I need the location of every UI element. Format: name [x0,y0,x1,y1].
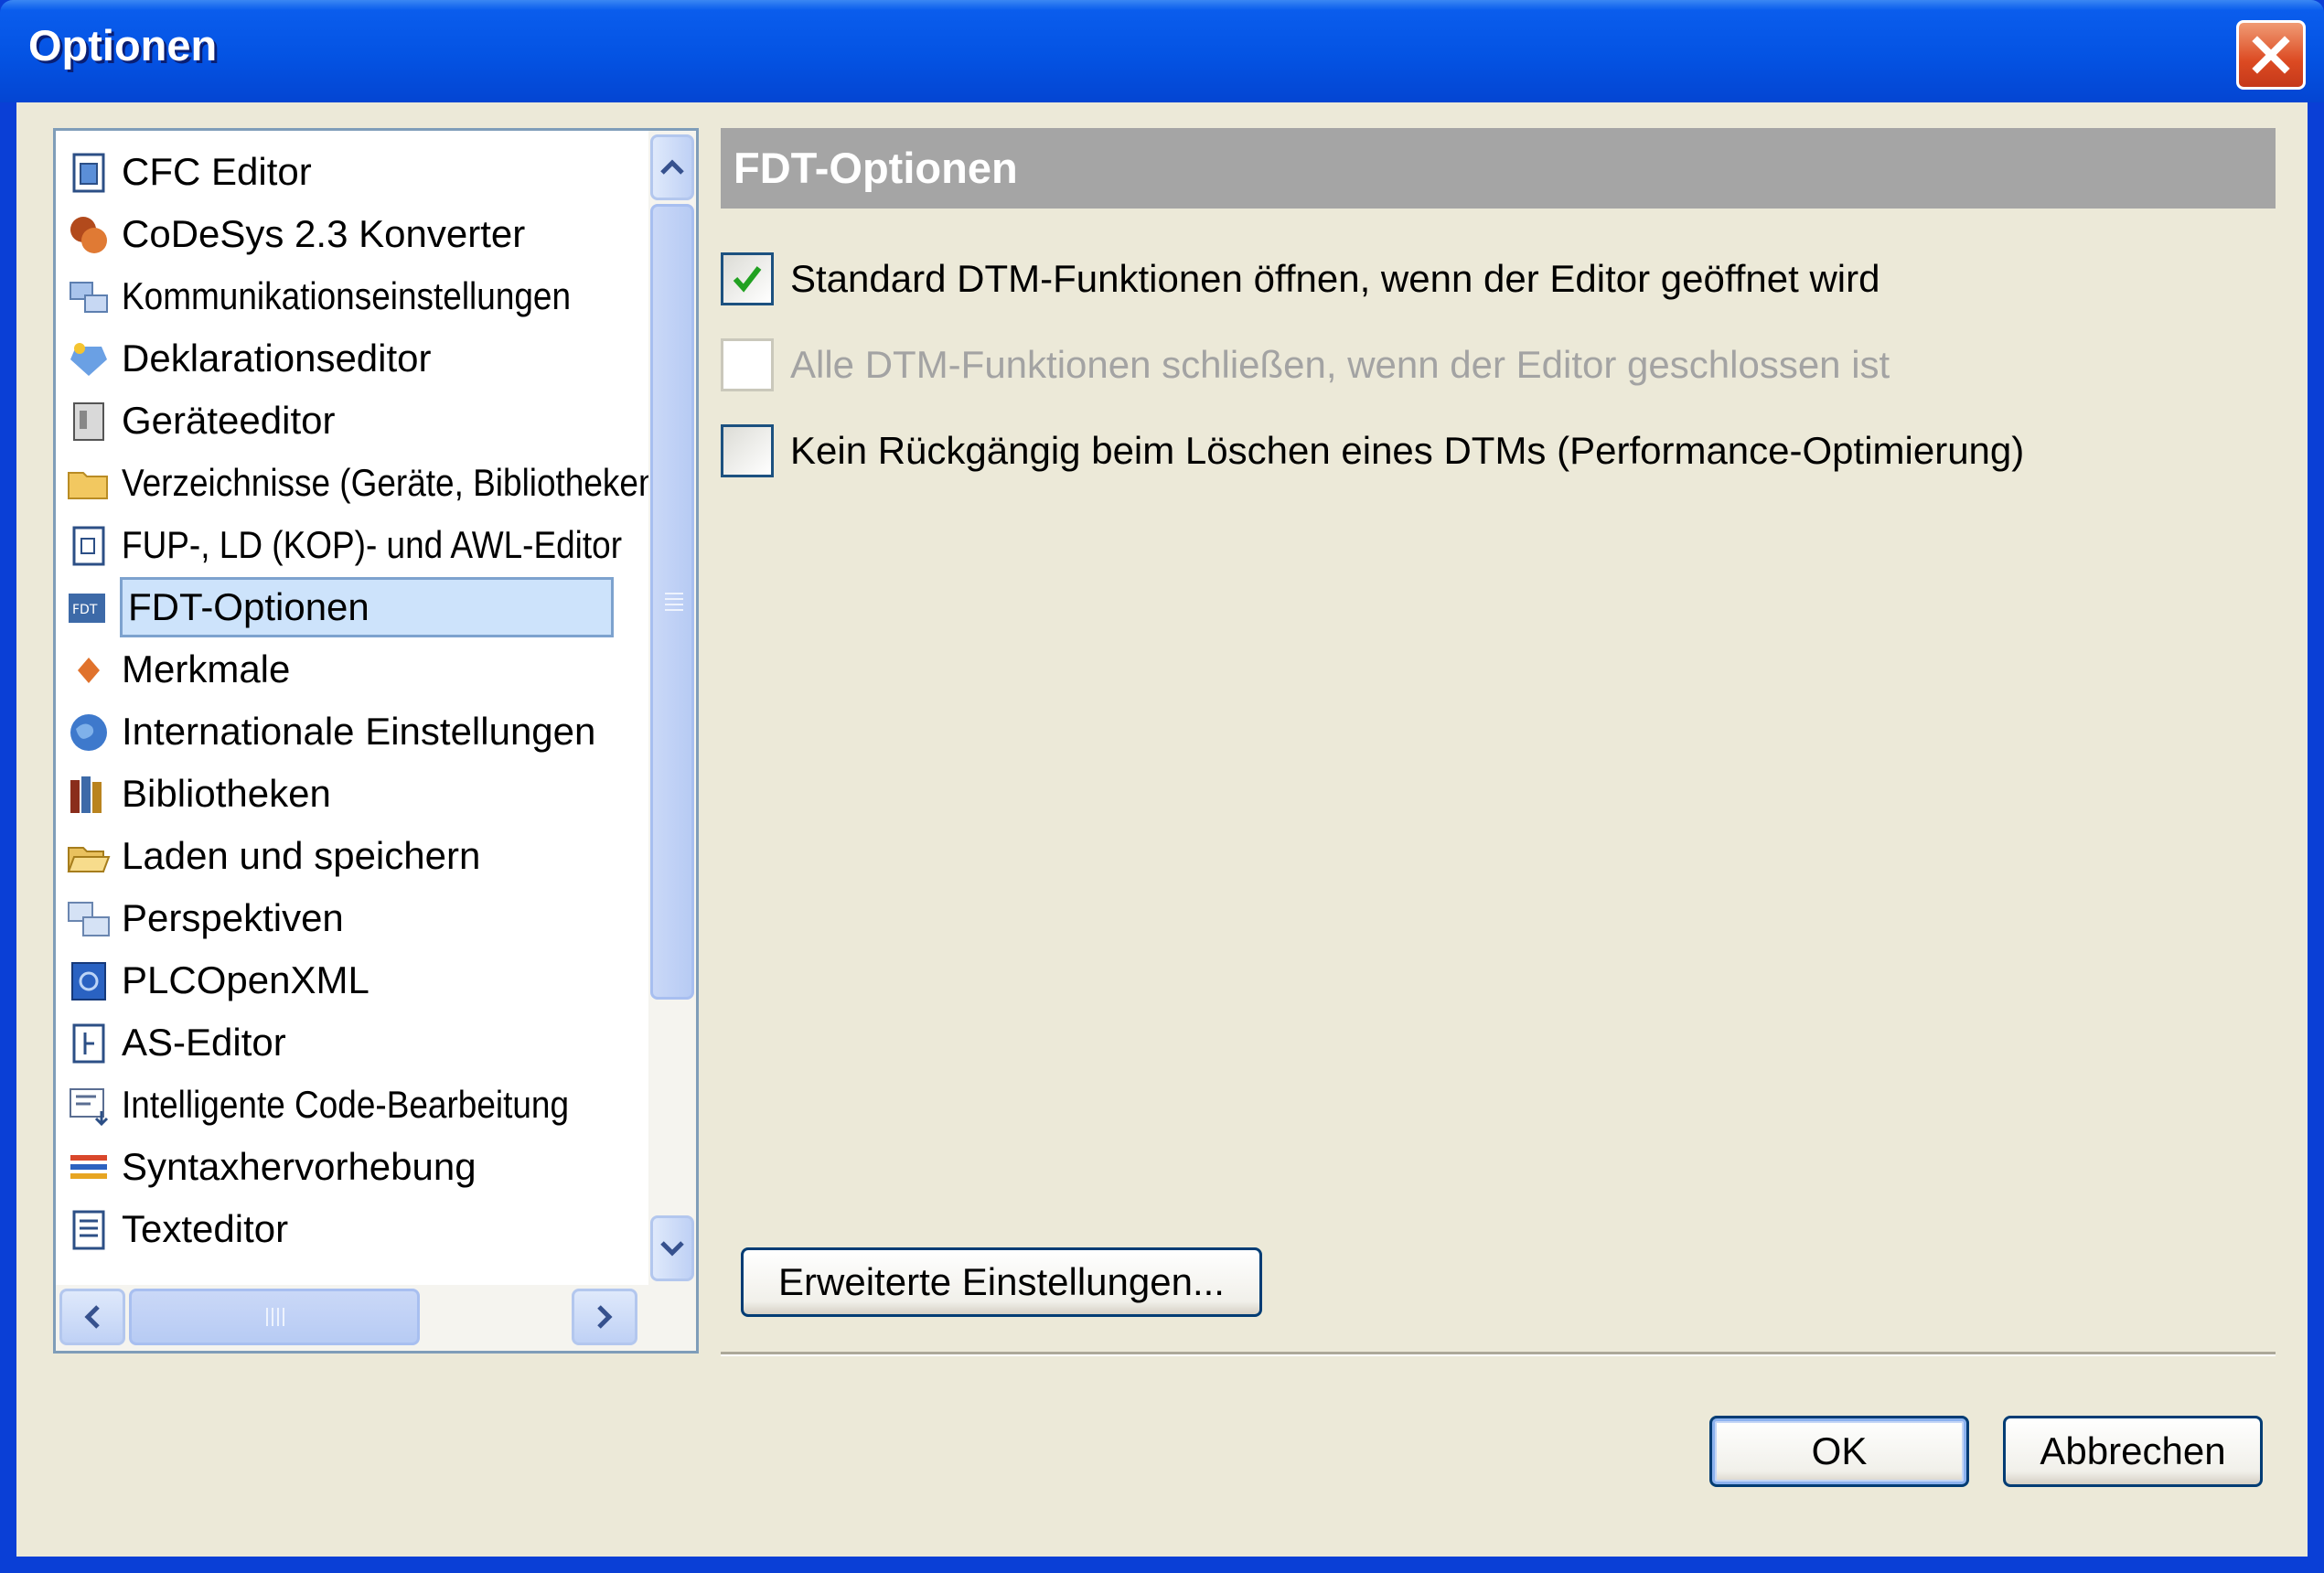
scroll-right-button[interactable] [572,1289,637,1345]
option-label: Standard DTM-Funktionen öffnen, wenn der… [790,257,1880,300]
plcopenxml-icon [71,962,106,1001]
sidebar-item-features[interactable]: Merkmale [67,639,670,700]
ok-button[interactable]: OK [1709,1416,1969,1487]
chevron-left-icon [84,1305,100,1329]
horizontal-scrollbar[interactable] [56,1285,696,1351]
sidebar-item-label: CFC Editor [122,150,312,193]
sidebar-item-smart-coding[interactable]: Intelligente Code-Bearbeitung [67,1075,670,1135]
sidebar-item-directories[interactable]: Verzeichnisse (Geräte, Bibliotheken [67,453,670,513]
sidebar-item-label: Merkmale [122,647,291,690]
sidebar-item-label: FDT-Optionen [120,577,614,637]
scroll-down-button[interactable] [650,1215,694,1281]
sidebar-item-label: PLCOpenXML [122,958,369,1001]
window-title: Optionen [28,21,218,70]
sidebar-item-fbd-ld-il-editor[interactable]: FUP-, LD (KOP)- und AWL-Editor [67,515,670,575]
sidebar-item-label: CoDeSys 2.3 Konverter [122,212,526,255]
advanced-settings-button[interactable]: Erweiterte Einstellungen... [741,1247,1262,1317]
converter-icon [70,217,107,253]
checkbox-open-standard-dtm-functions[interactable] [721,252,774,305]
sidebar-item-label: Bibliotheken [122,772,331,815]
sidebar-item-codesys-converter[interactable]: CoDeSys 2.3 Konverter [67,204,670,264]
scroll-up-button[interactable] [650,134,694,200]
sidebar-item-label: Verzeichnisse (Geräte, Bibliotheken [122,461,658,504]
sidebar-item-text-editor[interactable]: Texteditor [67,1199,670,1259]
horizontal-scroll-thumb[interactable] [129,1289,420,1345]
options-dialog: Optionen CFC Editor CoDeSys 2.3 Konverte… [0,0,2324,1573]
chevron-down-icon [660,1241,684,1257]
sidebar-item-syntax-highlighting[interactable]: Syntaxhervorhebung [67,1137,670,1197]
sidebar-item-cfc-editor[interactable]: CFC Editor [67,142,670,202]
sidebar-item-label: Geräteeditor [122,399,336,442]
checkbox-close-all-dtm-functions [721,338,774,391]
vertical-scrollbar[interactable] [648,131,696,1285]
globe-icon [70,714,107,751]
close-icon [2252,36,2290,74]
folder-icon [68,472,108,499]
grip-icon [665,593,683,611]
sidebar-item-fdt-options[interactable]: FDT FDT-Optionen [67,577,670,637]
chevron-up-icon [660,159,684,175]
option-label: Kein Rückgängig beim Löschen eines DTMs … [790,429,2025,472]
chevron-right-icon [597,1305,613,1329]
title-bar[interactable]: Optionen [0,0,2324,102]
sidebar-item-plcopenxml[interactable]: PLCOpenXML [67,950,670,1011]
close-button[interactable] [2236,20,2306,90]
checkbox-no-undo-on-delete[interactable] [721,424,774,477]
svg-text:FDT: FDT [72,603,98,617]
separator [721,1352,2276,1356]
smart-coding-icon [70,1088,109,1127]
dialog-body: CFC Editor CoDeSys 2.3 Konverter Kommuni… [16,102,2308,1557]
declaration-editor-icon [70,343,107,376]
sidebar-item-libraries[interactable]: Bibliotheken [67,764,670,824]
cancel-button[interactable]: Abbrechen [2003,1416,2263,1487]
cfc-editor-icon [72,153,105,193]
sidebar-item-label: FUP-, LD (KOP)- und AWL-Editor [122,523,623,566]
fdt-icon: FDT [69,594,105,623]
sidebar-item-perspectives[interactable]: Perspektiven [67,888,670,948]
features-icon [78,658,100,683]
sfc-editor-icon [72,1023,105,1064]
perspectives-icon [68,902,110,936]
sidebar-item-label: Texteditor [122,1207,289,1250]
section-header: FDT-Optionen [721,128,2276,209]
sidebar-item-sfc-editor[interactable]: AS-Editor [67,1012,670,1073]
option-label: Alle DTM-Funktionen schließen, wenn der … [790,343,1890,386]
sidebar-item-label: Syntaxhervorhebung [122,1145,477,1188]
fbd-ld-il-editor-icon [72,526,105,566]
sidebar-item-communication[interactable]: Kommunikationseinstellungen [67,266,670,326]
vertical-scroll-thumb[interactable] [650,204,694,1000]
sidebar-item-international[interactable]: Internationale Einstellungen [67,701,670,762]
section-title: FDT-Optionen [734,144,1018,192]
scroll-left-button[interactable] [59,1289,125,1345]
grip-icon [266,1308,284,1326]
sidebar-item-device-editor[interactable]: Geräteeditor [67,391,670,451]
communication-icon [70,282,108,313]
open-folder-icon [67,847,111,872]
sidebar-item-label: Kommunikationseinstellungen [122,274,572,317]
sidebar-item-label: Laden und speichern [122,834,481,877]
sidebar-item-load-save[interactable]: Laden und speichern [67,826,670,886]
sidebar-item-label: Deklarationseditor [122,337,432,380]
sidebar-item-label: AS-Editor [122,1021,286,1064]
sidebar-item-label: Perspektiven [122,896,344,939]
sidebar-item-declaration-editor[interactable]: Deklarationseditor [67,328,670,389]
text-editor-icon [72,1210,105,1250]
checkmark-icon [733,266,762,293]
libraries-icon [70,776,102,813]
sidebar-item-label: Intelligente Code-Bearbeitung [122,1083,570,1126]
device-editor-icon [73,402,104,441]
category-list[interactable]: CFC Editor CoDeSys 2.3 Konverter Kommuni… [53,128,699,1354]
sidebar-item-label: Internationale Einstellungen [122,710,596,753]
syntax-highlighting-icon [70,1155,107,1179]
